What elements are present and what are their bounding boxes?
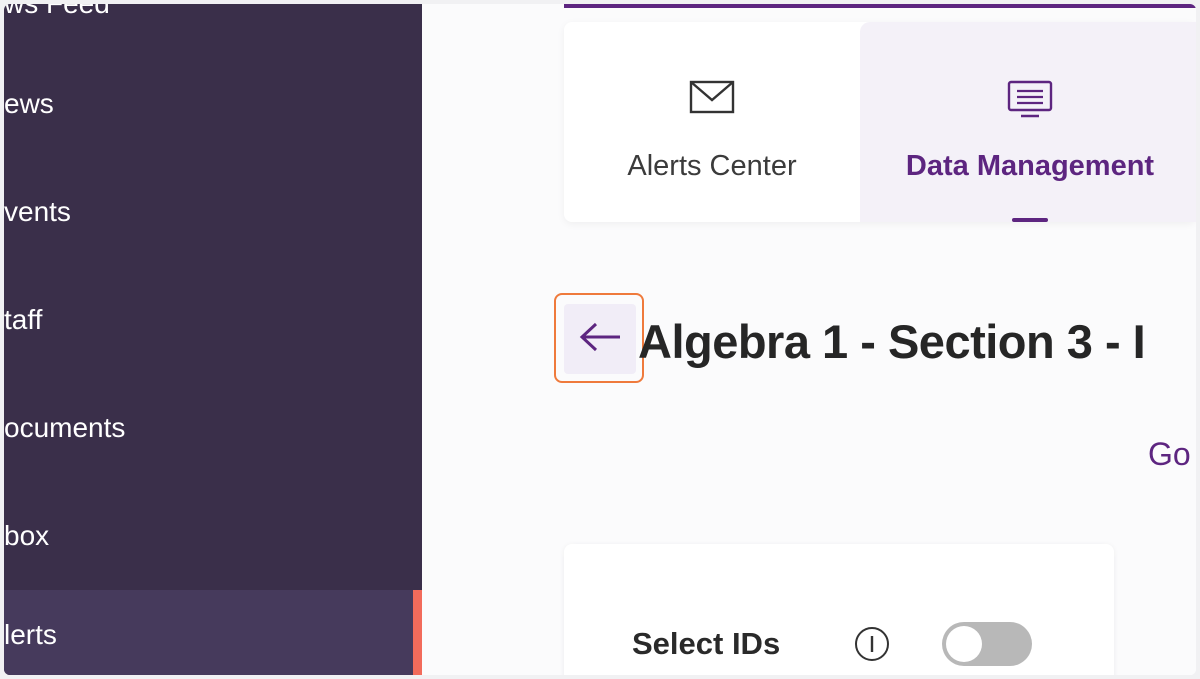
sidebar-item-label: lerts <box>4 619 57 650</box>
monitor-list-icon <box>1007 80 1053 125</box>
select-ids-toggle[interactable] <box>942 622 1032 666</box>
tab-label: Data Management <box>905 150 1155 182</box>
back-button[interactable] <box>564 304 636 374</box>
settings-card: Select IDs <box>564 544 1114 675</box>
sidebar-item-label: ews <box>4 88 54 119</box>
sidebar-item-documents[interactable]: ocuments <box>4 386 422 470</box>
tab-label: Alerts Center <box>627 150 797 182</box>
arrow-left-icon <box>578 321 622 358</box>
envelope-icon <box>689 80 735 119</box>
sidebar-item-label: ws Feed <box>4 4 110 20</box>
sidebar-item-events[interactable]: vents <box>4 170 422 254</box>
sidebar-item-staff[interactable]: taff <box>4 278 422 362</box>
sidebar-item-alerts[interactable]: lerts <box>4 590 422 675</box>
info-icon[interactable] <box>854 626 890 667</box>
go-link[interactable]: Go <box>1148 436 1191 473</box>
tab-bar: Alerts Center Data Management <box>564 22 1196 222</box>
active-tab-indicator <box>1012 218 1048 222</box>
main-content: Alerts Center Data Management Algebra 1 … <box>422 4 1196 675</box>
sidebar-item-feed[interactable]: ws Feed <box>4 4 422 46</box>
sidebar-item-label: ocuments <box>4 412 126 443</box>
page-title: Algebra 1 - Section 3 - I <box>638 315 1146 368</box>
sidebar-item-news[interactable]: ews <box>4 62 422 146</box>
sidebar-item-label: vents <box>4 196 71 227</box>
sidebar-item-inbox[interactable]: box <box>4 494 422 578</box>
top-accent-line <box>564 4 1196 8</box>
sidebar: ws Feed ews vents taff ocuments box lert… <box>4 4 422 675</box>
tab-data-management[interactable]: Data Management <box>860 22 1196 222</box>
toggle-knob <box>946 626 982 662</box>
tab-alerts-center[interactable]: Alerts Center <box>564 22 860 222</box>
app-window: ws Feed ews vents taff ocuments box lert… <box>4 4 1196 675</box>
sidebar-item-label: box <box>4 520 50 551</box>
select-ids-label: Select IDs <box>632 626 781 661</box>
sidebar-item-label: taff <box>4 304 43 335</box>
